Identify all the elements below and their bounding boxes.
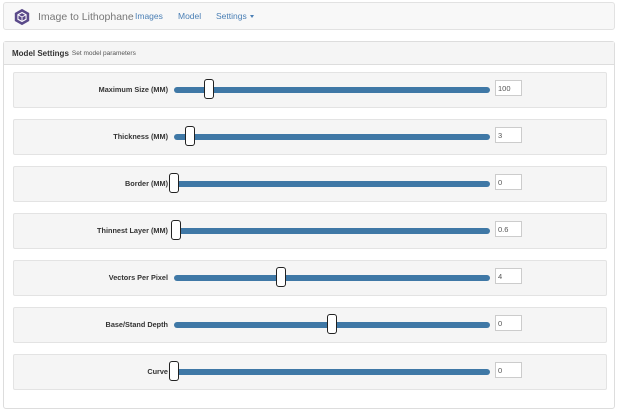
slider-thumb[interactable]: [184, 126, 195, 146]
vectors-per-pixel-input[interactable]: [495, 268, 522, 284]
caret-down-icon: [249, 15, 254, 19]
thickness-slider[interactable]: [174, 126, 490, 146]
base-stand-depth-slider[interactable]: [174, 314, 490, 334]
settings-dropdown[interactable]: Settings: [216, 11, 254, 21]
setting-label: Thickness (MM): [113, 132, 168, 141]
navbar: Image to Lithophane Images Model Setting…: [3, 2, 615, 30]
panel-title: Model Settings: [12, 48, 69, 58]
curve-input[interactable]: [495, 362, 522, 378]
setting-row-base-stand-depth: Base/Stand Depth: [13, 307, 607, 343]
base-stand-depth-input[interactable]: [495, 315, 522, 331]
panel-subtitle: Set model parameters: [71, 49, 136, 57]
curve-slider[interactable]: [169, 361, 490, 381]
nav-link-images[interactable]: Images: [135, 11, 163, 21]
maximum-size-input[interactable]: [495, 80, 522, 96]
brand-name: Image to Lithophane: [38, 11, 134, 23]
setting-row-thinnest-layer: Thinnest Layer (MM): [13, 213, 607, 249]
setting-row-vectors-per-pixel: Vectors Per Pixel: [13, 260, 607, 296]
border-slider[interactable]: [169, 173, 490, 193]
brand[interactable]: Image to Lithophane: [13, 8, 134, 26]
setting-row-maximum-size: Maximum Size (MM): [13, 72, 607, 108]
thickness-input[interactable]: [495, 127, 522, 143]
setting-label: Maximum Size (MM): [98, 85, 168, 94]
slider-thumb[interactable]: [169, 361, 179, 381]
setting-label: Thinnest Layer (MM): [97, 226, 168, 235]
slider-thumb[interactable]: [170, 220, 181, 240]
setting-label: Curve: [147, 367, 168, 376]
vectors-per-pixel-slider[interactable]: [174, 267, 490, 287]
border-input[interactable]: [495, 174, 522, 190]
setting-row-thickness: Thickness (MM): [13, 119, 607, 155]
setting-label: Base/Stand Depth: [105, 320, 168, 329]
setting-label: Vectors Per Pixel: [108, 273, 168, 282]
slider-thumb[interactable]: [169, 173, 179, 193]
cube-logo-icon: [14, 8, 30, 26]
thinnest-layer-slider[interactable]: [170, 220, 490, 240]
panel-heading: Model Settings Set model parameters: [4, 42, 614, 65]
settings-dropdown-label: Settings: [216, 11, 247, 21]
setting-row-curve: Curve: [13, 354, 607, 390]
setting-label: Border (MM): [125, 179, 168, 188]
setting-row-border: Border (MM): [13, 166, 607, 202]
slider-thumb[interactable]: [276, 267, 287, 287]
model-settings-panel: Model Settings Set model parameters Maxi…: [3, 41, 615, 409]
maximum-size-slider[interactable]: [174, 79, 490, 99]
nav-link-model[interactable]: Model: [178, 11, 201, 21]
slider-thumb[interactable]: [203, 79, 214, 99]
thinnest-layer-input[interactable]: [495, 221, 522, 237]
slider-thumb[interactable]: [327, 314, 337, 334]
